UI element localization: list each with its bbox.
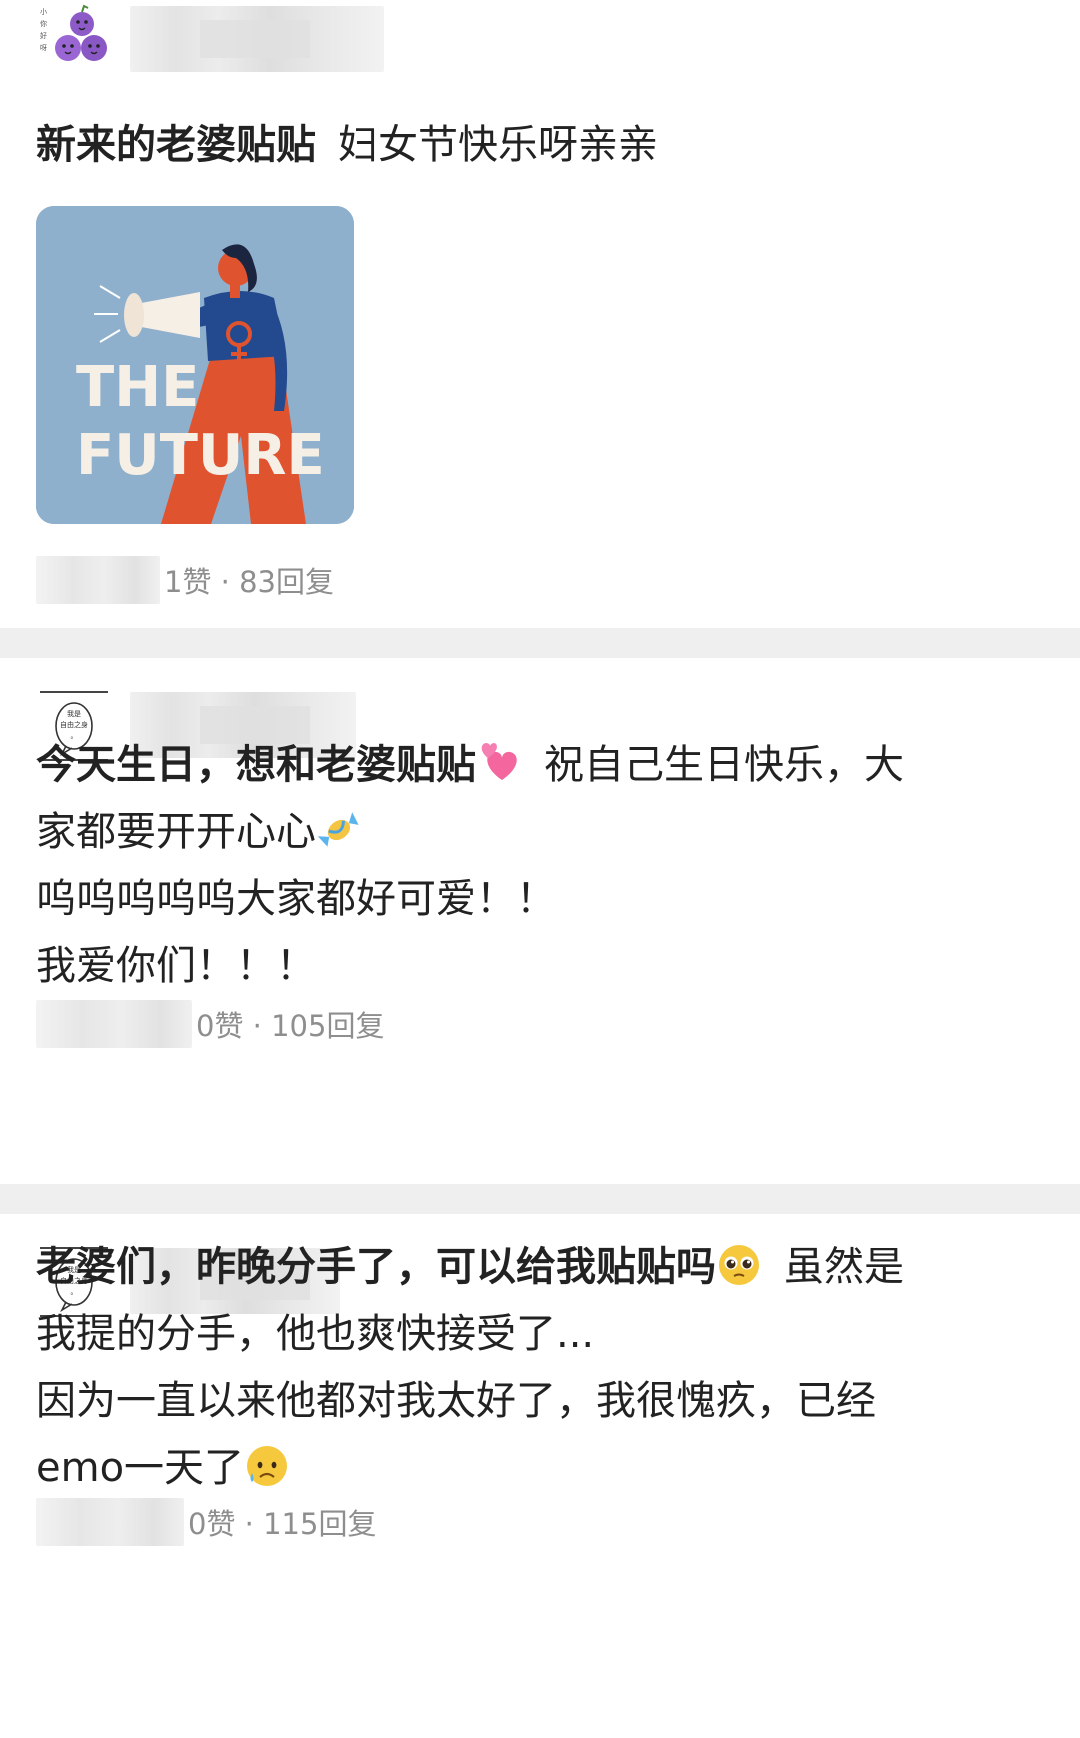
section-divider [0, 1184, 1080, 1214]
svg-text:自由之身: 自由之身 [60, 720, 88, 729]
post-card[interactable]: 我是 自由之身 。 老婆们，昨晚分手了，可以给我贴贴吗 虽然是 我提的分手，他也爽… [0, 1214, 1080, 1738]
womens-day-illustration: THE FUTURE [36, 206, 354, 524]
svg-text:呀: 呀 [40, 44, 47, 52]
candy-icon [317, 812, 359, 847]
post-stats[interactable]: 1赞 · 83回复 [164, 559, 334, 601]
post-body-line: 呜呜呜呜呜大家都好可爱！！ [36, 876, 556, 922]
post-body-line: 因为一直以来他都对我太好了，我很愧疚，已经 [36, 1378, 876, 1424]
post-body-line: 祝自己生日快乐，大 [544, 742, 904, 788]
meta-blurred [36, 1498, 184, 1546]
post-stats[interactable]: 0赞 · 105回复 [196, 1003, 384, 1045]
pleading-face-icon [719, 1245, 759, 1285]
two-hearts-icon [481, 743, 517, 780]
meta-blurred [36, 1000, 192, 1048]
avatar[interactable]: 小 你 好 呀 [36, 2, 112, 78]
post-title: 今天生日，想和老婆贴贴 [36, 742, 476, 788]
post-body-line: 虽然是 [784, 1244, 904, 1290]
post-image[interactable]: THE FUTURE [36, 206, 354, 524]
username-blurred[interactable] [130, 6, 384, 72]
post-stats[interactable]: 0赞 · 115回复 [188, 1501, 376, 1543]
post-body[interactable]: 今天生日，想和老婆贴贴 祝自己生日快乐，大 家都要开开心心 呜呜呜呜呜大家都好可爱… [36, 732, 1036, 1000]
section-divider [0, 628, 1080, 658]
post-body[interactable]: 老婆们，昨晚分手了，可以给我贴贴吗 虽然是 我提的分手，他也爽快接受了... 因为… [36, 1234, 1036, 1502]
post-body-line: 我爱你们！！！ [36, 943, 316, 989]
post-footer: 0赞 · 115回复 [36, 1498, 376, 1546]
post-footer: 1赞 · 83回复 [36, 556, 334, 604]
svg-text:我是: 我是 [67, 709, 81, 718]
grape-cartoon-avatar-icon: 小 你 好 呀 [36, 2, 112, 78]
sad-sweat-face-icon [247, 1446, 288, 1486]
image-text-future: FUTURE [76, 423, 325, 488]
post-title: 老婆们，昨晚分手了，可以给我贴贴吗 [36, 1244, 716, 1290]
image-text-the: THE [76, 355, 199, 420]
svg-text:好: 好 [40, 31, 47, 40]
post-card[interactable]: 我是 自由之身 。 今天生日，想和老婆贴贴 祝自己生日快乐，大 家都要开开心心 呜… [0, 658, 1080, 1184]
post-footer: 0赞 · 105回复 [36, 1000, 384, 1048]
meta-blurred [36, 556, 160, 604]
svg-text:小: 小 [40, 7, 47, 16]
post-title: 新来的老婆贴贴 [36, 122, 316, 168]
post-body-line: 我提的分手，他也爽快接受了... [36, 1311, 595, 1357]
post-card[interactable]: 小 你 好 呀 新来的老婆贴贴 妇女节快乐呀亲亲 THE FUTURE 1赞 ·… [0, 0, 1080, 628]
post-body-line: 妇女节快乐呀亲亲 [338, 122, 658, 168]
post-body[interactable]: 新来的老婆贴贴 妇女节快乐呀亲亲 [36, 112, 1036, 179]
post-body-line: 家都要开开心心 [36, 809, 316, 855]
post-body-line: emo一天了 [36, 1445, 245, 1491]
svg-text:你: 你 [40, 19, 47, 28]
